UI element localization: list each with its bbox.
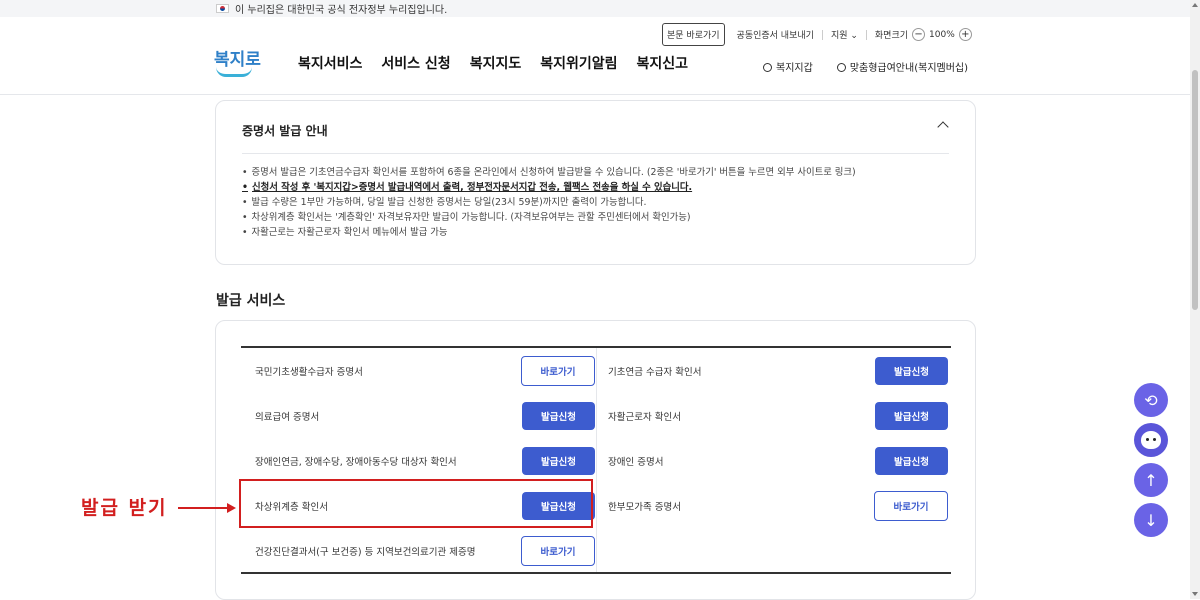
annotation-highlight-box — [239, 479, 593, 528]
support-dropdown[interactable]: 지원 ⌄ — [831, 28, 858, 41]
zoom-in-button[interactable]: + — [958, 28, 972, 41]
go-link-button[interactable]: 바로가기 — [521, 355, 595, 386]
gov-banner-text: 이 누리집은 대한민국 공식 전자정부 누리집입니다. — [235, 5, 448, 16]
arrow-up-icon[interactable]: ↑ — [1134, 463, 1168, 497]
column-divider — [596, 348, 597, 572]
apply-button[interactable]: 발급신청 — [875, 446, 948, 475]
service-row: 기초연금 수급자 확인서 발급신청 — [608, 348, 948, 393]
divider — [242, 153, 949, 154]
apply-button[interactable]: 발급신청 — [875, 356, 948, 385]
custom-benefit-link[interactable]: 맞춤형급여안내(복지멤버십) — [836, 59, 968, 74]
scroll-up-arrow[interactable] — [1192, 3, 1198, 7]
issue-services-panel: 국민기초생활수급자 증명서 바로가기 의료급여 증명서 발급신청 장애인연금, … — [215, 320, 976, 600]
service-label: 의료급여 증명서 — [255, 411, 320, 423]
go-link-button[interactable]: 바로가기 — [521, 535, 595, 566]
zoom-out-button[interactable]: − — [912, 28, 926, 41]
service-row: 장애인 증명서 발급신청 — [608, 438, 948, 483]
logo-smile-mark — [216, 67, 252, 77]
guide-title: 증명서 발급 안내 — [242, 124, 328, 138]
user-plus-icon — [836, 63, 846, 72]
service-row: 국민기초생활수급자 증명서 바로가기 — [255, 348, 595, 393]
cert-export-link[interactable]: 공동인증서 내보내기 — [737, 28, 814, 41]
nav-item-welfare-report[interactable]: 복지신고 — [637, 53, 689, 73]
service-label: 기초연금 수급자 확인서 — [608, 366, 702, 378]
nav-item-welfare-service[interactable]: 복지서비스 — [298, 53, 362, 73]
korea-flag-icon — [216, 4, 229, 13]
certificate-guide-panel: 증명서 발급 안내 증명서 발급은 기초연금수급자 확인서를 포함하여 6종을 … — [215, 100, 976, 265]
apply-button[interactable]: 발급신청 — [522, 446, 595, 475]
main-nav: 복지서비스 서비스 신청 복지지도 복지위기알림 복지신고 — [298, 53, 688, 73]
scroll-down-arrow[interactable] — [1192, 592, 1198, 596]
nav-item-crisis-alert[interactable]: 복지위기알림 — [540, 53, 617, 73]
site-header: 본문 바로가기 공동인증서 내보내기 지원 ⌄ 화면크기 − 100% + 복지… — [0, 17, 1190, 95]
member-menu: 복지지갑 맞춤형급여안내(복지멤버십) — [763, 59, 968, 74]
annotation-arrow-icon — [178, 503, 236, 513]
service-label: 자활근로자 확인서 — [608, 411, 681, 423]
service-row: 의료급여 증명서 발급신청 — [255, 393, 595, 438]
services-table: 국민기초생활수급자 증명서 바로가기 의료급여 증명서 발급신청 장애인연금, … — [241, 346, 951, 574]
history-icon[interactable]: ⟲ — [1134, 383, 1168, 417]
mascot-icon[interactable] — [1134, 423, 1168, 457]
guide-item: 발급 수량은 1부만 가능하며, 당일 발급 신청한 증명서는 당일(23시 5… — [242, 195, 952, 210]
wallet-link[interactable]: 복지지갑 — [763, 59, 813, 74]
guide-item: 차상위계층 확인서는 '계층확인' 자격보유자만 발급이 가능합니다. (자격보… — [242, 210, 952, 225]
mascot-face-icon — [1141, 431, 1161, 449]
go-link-button[interactable]: 바로가기 — [874, 490, 948, 521]
service-label: 장애인연금, 장애수당, 장애아동수당 대상자 확인서 — [255, 456, 457, 468]
nav-item-welfare-map[interactable]: 복지지도 — [470, 53, 522, 73]
guide-list: 증명서 발급은 기초연금수급자 확인서를 포함하여 6종을 온라인에서 신청하여… — [242, 165, 952, 240]
nav-item-service-apply[interactable]: 서비스 신청 — [381, 53, 450, 73]
apply-button[interactable]: 발급신청 — [522, 401, 595, 430]
collapse-chevron-icon[interactable] — [937, 121, 949, 133]
gov-banner: 이 누리집은 대한민국 공식 전자정부 누리집입니다. — [0, 0, 1200, 17]
skip-to-content-button[interactable]: 본문 바로가기 — [662, 23, 725, 46]
service-row: 건강진단결과서(구 보건증) 등 지역보건의료기관 제증명 바로가기 — [255, 528, 595, 573]
service-label: 장애인 증명서 — [608, 456, 664, 468]
page-scrollbar[interactable] — [1190, 0, 1200, 599]
service-row: 한부모가족 증명서 바로가기 — [608, 483, 948, 528]
user-icon — [763, 63, 772, 72]
divider — [865, 29, 867, 40]
annotation-label: 발급 받기 — [81, 497, 168, 519]
zoom-label: 화면크기 — [874, 31, 909, 41]
apply-button[interactable]: 발급신청 — [875, 401, 948, 430]
service-label: 한부모가족 증명서 — [608, 501, 681, 513]
guide-item: 신청서 작성 후 '복지지갑>증명서 발급내역에서 출력, 정부전자문서지갑 전… — [242, 180, 952, 195]
guide-item: 자활근로는 자활근로자 확인서 메뉴에서 발급 가능 — [242, 225, 952, 240]
service-label: 건강진단결과서(구 보건증) 등 지역보건의료기관 제증명 — [255, 546, 476, 558]
service-row: 장애인연금, 장애수당, 장애아동수당 대상자 확인서 발급신청 — [255, 438, 595, 483]
section-title: 발급 서비스 — [216, 293, 286, 309]
service-row: 자활근로자 확인서 발급신청 — [608, 393, 948, 438]
zoom-value: 100% — [929, 29, 955, 40]
divider — [821, 29, 823, 40]
service-label: 국민기초생활수급자 증명서 — [255, 366, 363, 378]
utility-bar: 본문 바로가기 공동인증서 내보내기 지원 ⌄ 화면크기 − 100% + — [662, 23, 976, 46]
scroll-thumb[interactable] — [1192, 70, 1198, 310]
arrow-down-icon[interactable]: ↓ — [1134, 503, 1168, 537]
guide-item: 증명서 발급은 기초연금수급자 확인서를 포함하여 6종을 온라인에서 신청하여… — [242, 165, 952, 180]
